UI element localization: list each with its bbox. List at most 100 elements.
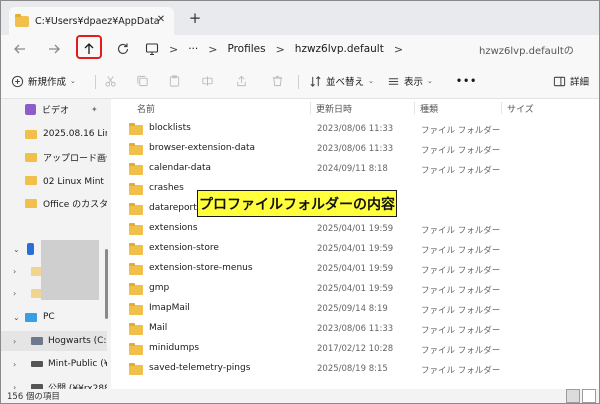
chevron-down-icon: ⌄ — [13, 312, 20, 322]
new-button[interactable]: 新規作成 ⌄ — [11, 73, 76, 89]
sidebar-item-folder[interactable]: 2025.08.16 Linux — [1, 124, 107, 144]
table-row[interactable]: ImapMail 2025/09/14 8:19 ファイル フォルダー — [111, 299, 599, 319]
folder-icon — [129, 263, 143, 275]
view-button[interactable]: 表示 ⌄ — [387, 73, 433, 89]
paste-icon[interactable] — [168, 73, 181, 89]
details-pane-button[interactable]: 詳細 — [553, 73, 589, 89]
table-row[interactable]: extension-store-menus 2025/04/01 19:59 フ… — [111, 259, 599, 279]
annotation-callout: プロファイルフォルダーの内容 — [197, 190, 397, 217]
breadcrumb-ellipsis[interactable]: ··· — [188, 43, 198, 55]
sidebar-item-label: Hogwarts (C:) — [48, 336, 107, 346]
details-pane-icon — [553, 76, 566, 86]
chevron-right-icon: › — [13, 359, 17, 369]
chevron-right-icon: › — [13, 288, 17, 298]
new-tab-button[interactable]: + — [187, 10, 203, 26]
breadcrumb-profiles[interactable]: Profiles — [227, 43, 265, 55]
file-date: 2023/08/06 11:33 — [317, 144, 394, 154]
share-icon[interactable] — [235, 73, 248, 89]
file-name: blocklists — [149, 123, 191, 133]
folder-icon — [129, 163, 143, 175]
drive-icon — [31, 337, 43, 345]
refresh-button[interactable] — [112, 39, 134, 59]
file-type: ファイル フォルダー — [421, 226, 501, 236]
network-drive-icon — [31, 361, 43, 367]
tiles-view-icon[interactable] — [582, 389, 596, 403]
file-date: 2025/09/14 8:19 — [317, 304, 388, 314]
search-input[interactable]: hzwz6lvp.defaultの — [471, 37, 595, 61]
close-tab-icon[interactable]: ✕ — [154, 13, 168, 27]
arrow-left-icon — [14, 44, 25, 54]
column-header-type[interactable]: 種類 — [420, 99, 438, 117]
navigation-pane: ビデオ ✦ 2025.08.16 Linux アップロード画像 02 Linux… — [1, 99, 111, 394]
copy-icon[interactable] — [136, 73, 149, 89]
breadcrumb-separator: > — [393, 42, 404, 56]
delete-icon[interactable] — [271, 73, 284, 89]
redacted-area — [41, 240, 99, 300]
forward-button[interactable] — [43, 39, 65, 59]
sidebar-item-folder[interactable]: アップロード画像 — [1, 147, 107, 167]
sidebar-item-videos[interactable]: ビデオ ✦ — [1, 99, 107, 119]
sidebar-item-network-drive[interactable]: › Mint-Public (¥¥ — [1, 354, 107, 374]
file-name: extension-store-menus — [149, 263, 253, 273]
file-type: ファイル フォルダー — [421, 286, 501, 296]
toolbar-divider — [298, 75, 299, 89]
column-header-size[interactable]: サイズ — [507, 99, 534, 117]
toolbar-divider — [95, 75, 96, 89]
details-view-icon[interactable] — [566, 389, 580, 403]
folder-icon — [129, 343, 143, 355]
up-button-highlight — [76, 35, 102, 59]
column-divider[interactable] — [414, 102, 415, 114]
file-type: ファイル フォルダー — [421, 346, 501, 356]
phone-icon — [27, 243, 34, 255]
file-name: ImapMail — [149, 303, 190, 313]
table-row[interactable]: saved-telemetry-pings 2025/08/19 8:15 ファ… — [111, 359, 599, 379]
more-options-button[interactable]: ••• — [456, 73, 477, 89]
column-divider[interactable] — [310, 102, 311, 114]
column-header-date[interactable]: 更新日時 — [316, 99, 352, 117]
sort-button[interactable]: 並べ替え ⌄ — [309, 73, 374, 89]
file-type: ファイル フォルダー — [421, 326, 501, 336]
sidebar-item-folder[interactable]: 02 Linux Mint 設 — [1, 170, 107, 190]
column-divider[interactable] — [501, 102, 502, 114]
table-row[interactable]: extension-store 2025/04/01 19:59 ファイル フォ… — [111, 239, 599, 259]
sidebar-scrollbar-thumb[interactable] — [105, 249, 108, 319]
address-bar[interactable]: > ··· > Profiles > hzwz6lvp.default > — [145, 37, 461, 61]
table-row[interactable]: Mail 2023/08/06 11:33 ファイル フォルダー — [111, 319, 599, 339]
back-button[interactable] — [9, 39, 31, 59]
sidebar-item-folder[interactable]: Office のカスタム — [1, 193, 107, 213]
sidebar-item-drive-c[interactable]: › Hogwarts (C:) — [1, 331, 107, 351]
plus-circle-icon — [11, 75, 24, 87]
table-row[interactable]: blocklists 2023/08/06 11:33 ファイル フォルダー — [111, 119, 599, 139]
table-row[interactable]: gmp 2025/04/01 19:59 ファイル フォルダー — [111, 279, 599, 299]
breadcrumb-current[interactable]: hzwz6lvp.default — [295, 43, 384, 55]
file-name: calendar-data — [149, 163, 212, 173]
column-header-name[interactable]: 名前 — [137, 99, 155, 117]
breadcrumb-separator: > — [275, 42, 285, 56]
file-name: gmp — [149, 283, 170, 293]
pin-icon: ✦ — [91, 104, 98, 114]
sort-icon — [310, 75, 321, 87]
item-count: 156 個の項目 — [7, 392, 60, 402]
table-row[interactable]: minidumps 2017/02/12 10:28 ファイル フォルダー — [111, 339, 599, 359]
sidebar-item-label: アップロード画像 — [43, 153, 107, 164]
file-list: 名前 更新日時 種類 サイズ blocklists 2023/08/06 11:… — [111, 99, 599, 389]
file-type: ファイル フォルダー — [421, 166, 501, 176]
folder-icon — [129, 323, 143, 335]
table-row[interactable]: calendar-data 2024/09/11 8:18 ファイル フォルダー — [111, 159, 599, 179]
table-row[interactable]: browser-extension-data 2023/08/06 11:33 … — [111, 139, 599, 159]
list-view-icon — [388, 77, 399, 85]
table-row[interactable]: extensions 2025/04/01 19:59 ファイル フォルダー — [111, 219, 599, 239]
monitor-icon — [145, 43, 159, 56]
folder-icon — [25, 198, 37, 208]
rename-icon[interactable] — [201, 73, 214, 89]
sidebar-scrollbar[interactable] — [103, 99, 109, 389]
folder-icon — [129, 183, 143, 195]
chevron-right-icon: › — [13, 336, 17, 346]
cut-icon[interactable] — [104, 73, 117, 89]
file-date: 2025/04/01 19:59 — [317, 224, 394, 234]
new-button-label: 新規作成 — [28, 77, 67, 88]
sidebar-item-label: Mint-Public (¥¥ — [48, 359, 107, 369]
chevron-down-icon: ⌄ — [13, 244, 20, 254]
active-tab[interactable]: C:¥Users¥dpaez¥AppData¥Roa ✕ — [9, 7, 174, 35]
sidebar-item-pc[interactable]: ⌄ PC — [1, 307, 107, 327]
